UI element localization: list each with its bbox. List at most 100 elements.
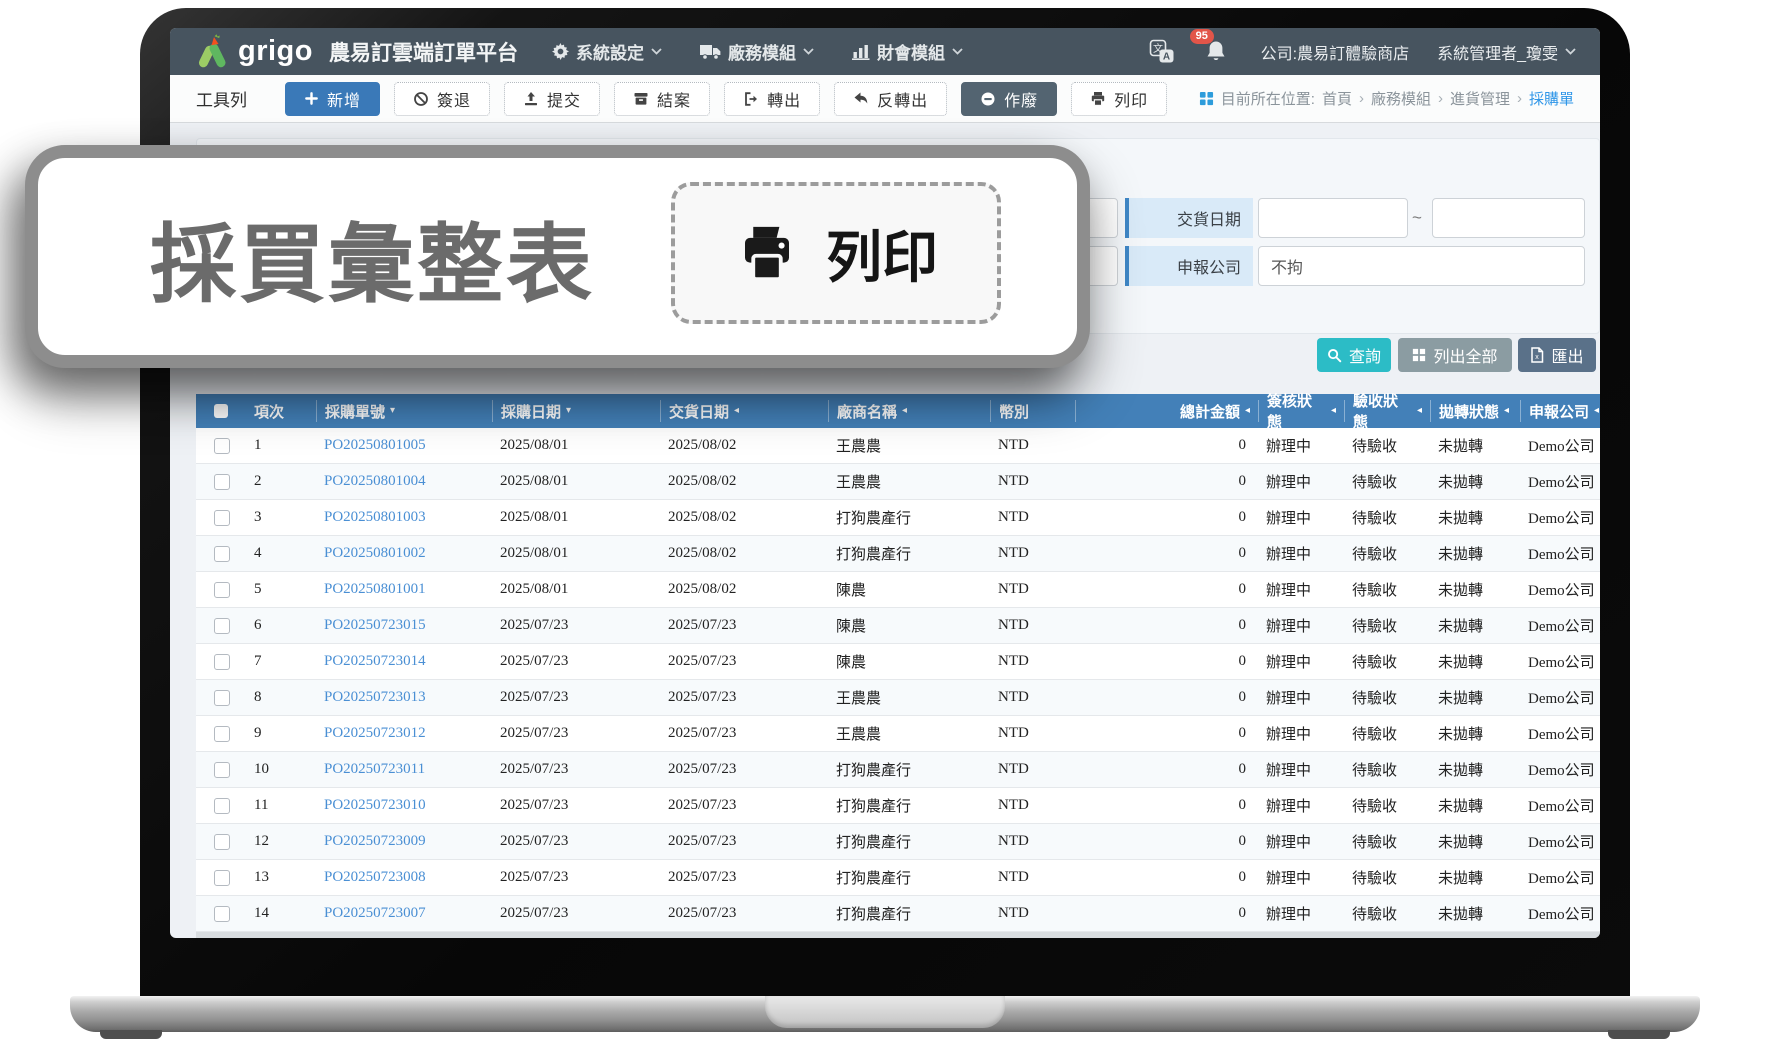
delivery-date-to-input[interactable]: [1432, 198, 1585, 238]
report-company-label: 申報公司: [1125, 246, 1253, 286]
row-checkbox[interactable]: [214, 870, 230, 886]
print-button[interactable]: 列印: [1071, 82, 1167, 116]
submit-button[interactable]: 提交: [504, 82, 600, 116]
column-header-receiving[interactable]: 驗收狀態◂: [1344, 400, 1430, 422]
cell-transfer: 未拋轉: [1430, 680, 1520, 715]
search-button[interactable]: 查詢: [1317, 338, 1391, 372]
callout-print-button[interactable]: 列印: [671, 182, 1001, 324]
table-row: 4PO202508010022025/08/012025/08/02打狗農產行N…: [196, 536, 1600, 572]
cell-currency: NTD: [990, 860, 1075, 895]
cell-po[interactable]: PO20250723015: [316, 608, 492, 643]
purchase-order-table: 項次採購單號▾採購日期▾交貨日期◂廠商名稱◂幣別總計金額◂簽核狀態◂驗收狀態◂拋…: [196, 394, 1600, 932]
cell-company: Demo公司: [1520, 608, 1600, 643]
sort-icon: ▾: [566, 406, 571, 416]
breadcrumb-factory[interactable]: 廠務模組: [1371, 88, 1431, 109]
column-header-po[interactable]: 採購單號▾: [316, 400, 492, 422]
cell-no: 4: [244, 536, 316, 571]
table-row: 9PO202507230122025/07/232025/07/23王農農NTD…: [196, 716, 1600, 752]
column-header-approval[interactable]: 簽核狀態◂: [1258, 400, 1344, 422]
notification-bell-icon[interactable]: 95: [1205, 40, 1227, 63]
row-checkbox[interactable]: [214, 726, 230, 742]
column-header-company[interactable]: 申報公司◂: [1520, 400, 1600, 422]
table-body: 1PO202508010052025/08/012025/08/02王農農NTD…: [196, 428, 1600, 932]
column-header-no[interactable]: 項次: [244, 400, 316, 422]
sort-icon: ◂: [1331, 406, 1336, 416]
cell-po[interactable]: PO20250723013: [316, 680, 492, 715]
row-checkbox[interactable]: [214, 510, 230, 526]
row-checkbox[interactable]: [214, 618, 230, 634]
table-header-row: 項次採購單號▾採購日期▾交貨日期◂廠商名稱◂幣別總計金額◂簽核狀態◂驗收狀態◂拋…: [196, 394, 1600, 428]
cell-no: 14: [244, 896, 316, 931]
svg-text:x: x: [1536, 354, 1540, 361]
cell-company: Demo公司: [1520, 716, 1600, 751]
cell-total: 0: [1075, 824, 1258, 859]
menu-label: 廠務模組: [728, 39, 796, 64]
sign-out-icon: [743, 91, 759, 107]
report-company-input[interactable]: 不拘: [1258, 246, 1585, 286]
row-checkbox[interactable]: [214, 690, 230, 706]
cell-delivery_date: 2025/07/23: [660, 680, 828, 715]
brand[interactable]: grigo 農易訂雲端訂單平台: [194, 34, 518, 70]
row-checkbox[interactable]: [214, 762, 230, 778]
list-all-button[interactable]: 列出全部: [1398, 338, 1512, 372]
cell-po[interactable]: PO20250723011: [316, 752, 492, 787]
row-checkbox[interactable]: [214, 834, 230, 850]
menu-finance-module[interactable]: 財會模組: [852, 39, 963, 64]
cell-no: 8: [244, 680, 316, 715]
cell-po[interactable]: PO20250723014: [316, 644, 492, 679]
cell-po[interactable]: PO20250801003: [316, 500, 492, 535]
cell-po[interactable]: PO20250801002: [316, 536, 492, 571]
cell-po[interactable]: PO20250723009: [316, 824, 492, 859]
menu-system-settings[interactable]: 系統設定: [552, 39, 662, 64]
cell-po[interactable]: PO20250723007: [316, 896, 492, 931]
cell-po[interactable]: PO20250723008: [316, 860, 492, 895]
cell-delivery_date: 2025/08/02: [660, 428, 828, 463]
cell-no: 6: [244, 608, 316, 643]
row-checkbox[interactable]: [214, 906, 230, 922]
row-checkbox[interactable]: [214, 546, 230, 562]
cell-vendor: 王農農: [828, 428, 990, 463]
row-checkbox[interactable]: [214, 582, 230, 598]
column-header-delivery_date[interactable]: 交貨日期◂: [660, 400, 828, 422]
sort-icon: ◂: [1504, 406, 1509, 416]
export-button[interactable]: x 匯出: [1518, 338, 1596, 372]
brand-title: 農易訂雲端訂單平台: [329, 37, 518, 67]
date-range-separator: ~: [1412, 208, 1422, 228]
column-header-transfer[interactable]: 拋轉狀態◂: [1430, 400, 1520, 422]
cell-po[interactable]: PO20250723010: [316, 788, 492, 823]
row-checkbox[interactable]: [214, 654, 230, 670]
user-menu[interactable]: 系統管理者_瓊雯: [1437, 40, 1576, 64]
transfer-out-button[interactable]: 轉出: [724, 82, 820, 116]
cell-total: 0: [1075, 716, 1258, 751]
cell-company: Demo公司: [1520, 536, 1600, 571]
language-icon[interactable]: 文A: [1149, 39, 1175, 65]
column-header-total[interactable]: 總計金額◂: [1075, 400, 1258, 422]
cell-vendor: 打狗農產行: [828, 536, 990, 571]
column-header-order_date[interactable]: 採購日期▾: [492, 400, 660, 422]
select-all-checkbox[interactable]: [196, 400, 244, 422]
brand-name: grigo: [238, 35, 313, 68]
row-checkbox[interactable]: [214, 474, 230, 490]
column-header-currency[interactable]: 幣別: [990, 400, 1075, 422]
cell-approval: 辦理中: [1258, 572, 1344, 607]
row-checkbox[interactable]: [214, 438, 230, 454]
cell-receiving: 待驗收: [1344, 716, 1430, 751]
cell-no: 2: [244, 464, 316, 499]
breadcrumb-inbound[interactable]: 進貨管理: [1450, 88, 1510, 109]
cell-po[interactable]: PO20250801001: [316, 572, 492, 607]
sign-back-button[interactable]: 簽退: [394, 82, 490, 116]
close-case-button[interactable]: 結案: [614, 82, 710, 116]
cell-po[interactable]: PO20250801004: [316, 464, 492, 499]
void-button[interactable]: 作廢: [961, 82, 1057, 116]
cell-po[interactable]: PO20250723012: [316, 716, 492, 751]
breadcrumb-home[interactable]: 首頁: [1322, 88, 1352, 109]
menu-factory-module[interactable]: 廠務模組: [700, 39, 814, 64]
add-button[interactable]: 新增: [285, 82, 380, 116]
row-checkbox-cell: [196, 536, 244, 571]
row-checkbox[interactable]: [214, 798, 230, 814]
delivery-date-from-input[interactable]: [1258, 198, 1408, 238]
table-row: 6PO202507230152025/07/232025/07/23陳農NTD0…: [196, 608, 1600, 644]
column-header-vendor[interactable]: 廠商名稱◂: [828, 400, 990, 422]
cell-po[interactable]: PO20250801005: [316, 428, 492, 463]
reverse-transfer-button[interactable]: 反轉出: [834, 82, 947, 116]
